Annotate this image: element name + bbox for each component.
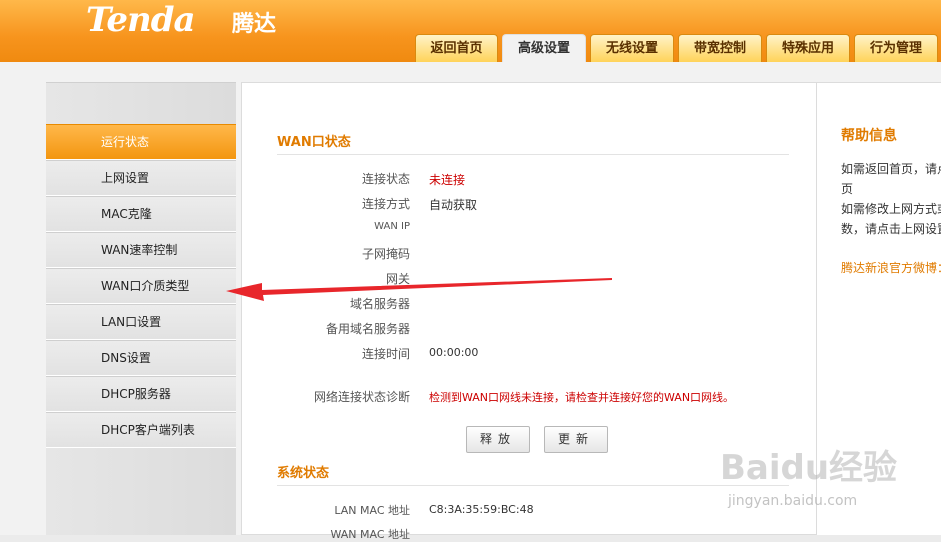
tab-behavior-management[interactable]: 行为管理: [854, 34, 938, 62]
label-gateway: 网关: [385, 272, 410, 286]
label-lan-mac: LAN MAC 地址: [334, 504, 410, 517]
sidebar-item-mac-clone[interactable]: MAC克隆: [46, 196, 236, 232]
baidu-watermark-url: jingyan.baidu.com: [728, 493, 858, 509]
baidu-watermark: Baidu经验: [720, 448, 898, 488]
help-title: 帮助信息: [841, 128, 897, 144]
tab-advanced-settings[interactable]: 高级设置: [502, 34, 586, 62]
value-connection-time: 00:00:00: [429, 346, 479, 359]
help-line: 页: [841, 182, 854, 196]
help-line: 如需修改上网方式或: [841, 202, 941, 216]
sidebar-item-dhcp-server[interactable]: DHCP服务器: [46, 376, 236, 412]
value-connection-type: 自动获取: [429, 198, 478, 212]
wan-status-title: WAN口状态: [277, 135, 351, 150]
tab-wireless-settings[interactable]: 无线设置: [590, 34, 674, 62]
system-status-title: 系统状态: [277, 466, 330, 481]
help-line: 如需返回首页，请点: [841, 162, 941, 176]
value-connection-status: 未连接: [429, 173, 466, 187]
tenda-logo: Tenda: [86, 0, 196, 40]
sidebar-item-internet-settings[interactable]: 上网设置: [46, 160, 236, 196]
label-subnet-mask: 子网掩码: [361, 247, 410, 261]
sidebar-item-dhcp-clients[interactable]: DHCP客户端列表: [46, 412, 236, 448]
label-dns-server: 域名服务器: [349, 297, 410, 311]
weibo-link[interactable]: 腾达新浪官方微博：: [841, 259, 941, 276]
tab-special-apps[interactable]: 特殊应用: [766, 34, 850, 62]
sidebar-item-lan-settings[interactable]: LAN口设置: [46, 304, 236, 340]
tab-bandwidth-control[interactable]: 带宽控制: [678, 34, 762, 62]
renew-button[interactable]: 更新: [544, 426, 608, 453]
release-button[interactable]: 释放: [466, 426, 530, 453]
label-wan-ip: WAN IP: [374, 221, 410, 232]
sidebar-item-wan-speed[interactable]: WAN速率控制: [46, 232, 236, 268]
divider: [277, 154, 789, 155]
value-diagnosis: 检测到WAN口网线未连接，请检查并连接好您的WAN口网线。: [429, 391, 735, 404]
divider: [277, 485, 789, 486]
label-diagnosis: 网络连接状态诊断: [313, 390, 410, 404]
help-line: 数，请点击上网设置: [841, 222, 941, 236]
value-lan-mac: C8:3A:35:59:BC:48: [429, 503, 534, 516]
tab-home[interactable]: 返回首页: [415, 34, 498, 62]
header-bar: Tenda 腾达 返回首页 高级设置 无线设置 带宽控制 特殊应用 行为管理: [0, 0, 941, 62]
label-backup-dns: 备用域名服务器: [325, 322, 410, 336]
label-connection-time: 连接时间: [361, 347, 410, 361]
tenda-logo-cn: 腾达: [232, 12, 277, 37]
label-connection-status: 连接状态: [361, 172, 410, 186]
sidebar-item-run-status[interactable]: 运行状态: [46, 124, 236, 160]
label-connection-type: 连接方式: [361, 197, 410, 211]
sidebar-item-dns-settings[interactable]: DNS设置: [46, 340, 236, 376]
sidebar: 运行状态 上网设置 MAC克隆 WAN速率控制 WAN口介质类型 LAN口设置 …: [46, 82, 236, 535]
label-wan-mac: WAN MAC 地址: [330, 528, 410, 541]
sidebar-item-wan-media-type[interactable]: WAN口介质类型: [46, 268, 236, 304]
